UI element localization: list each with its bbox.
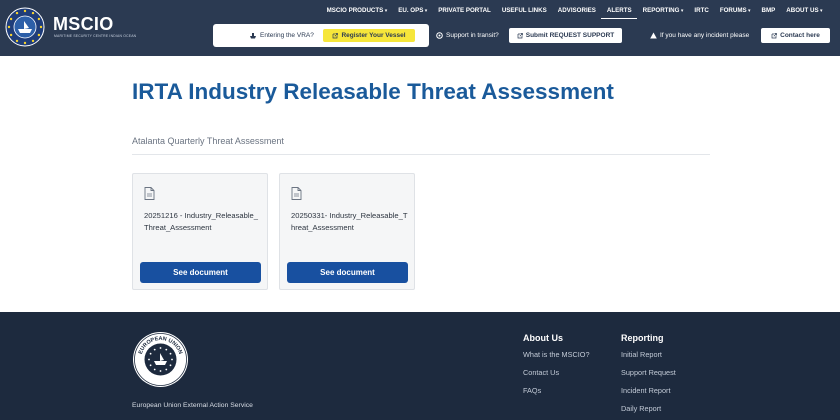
footer-link[interactable]: Daily Report: [621, 404, 661, 413]
nav-item-eu-ops[interactable]: EU. OPS ▾: [393, 7, 433, 19]
nav-item-alerts[interactable]: ALERTS: [601, 7, 638, 19]
request-support-label: Submit REQUEST SUPPORT: [525, 32, 615, 39]
transit-question: Support in transit?: [436, 32, 499, 39]
document-icon: [291, 187, 302, 200]
see-document-button[interactable]: See document: [140, 262, 261, 283]
document-icon: [144, 187, 155, 200]
lifebuoy-icon: [436, 32, 443, 39]
divider: [132, 154, 710, 155]
footer-org-name: European Union External Action Service: [132, 402, 253, 409]
register-vessel-button[interactable]: Register Your Vessel: [323, 29, 415, 42]
contact-here-label: Contact here: [780, 32, 820, 39]
document-card: 20251216 - Industry_Releasable_Threat_As…: [132, 173, 268, 290]
footer-heading-about: About Us: [523, 333, 563, 343]
footer-link[interactable]: Incident Report: [621, 386, 671, 395]
mscio-logo[interactable]: [5, 7, 45, 47]
nav-item-reporting[interactable]: REPORTING ▾: [637, 7, 689, 19]
external-link-icon: [771, 32, 777, 38]
request-support-button[interactable]: Submit REQUEST SUPPORT: [509, 28, 622, 43]
register-vessel-label: Register Your Vessel: [341, 32, 406, 39]
nav-item-mscio-products[interactable]: MSCIO PRODUCTS ▾: [321, 7, 393, 19]
vra-question: Entering the VRA?: [260, 32, 314, 39]
chevron-down-icon: ▾: [818, 8, 823, 14]
document-name: 20250331- Industry_Releasable_Threat_Ass…: [291, 211, 408, 232]
site-footer: EUROPEAN UNION European Union External A…: [0, 312, 840, 420]
chevron-down-icon: ▾: [423, 8, 428, 14]
brand-name[interactable]: MSCIO: [53, 14, 114, 35]
section-subtitle: Atalanta Quarterly Threat Assessment: [132, 136, 284, 146]
nav-item-advisories[interactable]: ADVISORIES: [552, 7, 601, 19]
external-link-icon: [333, 32, 339, 38]
nav-item-forums[interactable]: FORUMS ▾: [714, 7, 756, 19]
nav-item-irtc[interactable]: IRTC: [689, 7, 714, 19]
footer-heading-reporting: Reporting: [621, 333, 664, 343]
warning-icon: [650, 32, 657, 39]
document-name: 20251216 - Industry_Releasable_Threat_As…: [144, 211, 258, 232]
external-link-icon: [517, 32, 523, 38]
document-card: 20250331- Industry_Releasable_Threat_Ass…: [279, 173, 415, 290]
vra-banner: Entering the VRA? Register Your Vessel: [213, 24, 429, 47]
footer-link[interactable]: Initial Report: [621, 350, 662, 359]
footer-link[interactable]: Support Request: [621, 368, 676, 377]
nav-item-bmp[interactable]: BMP: [756, 7, 781, 19]
footer-col-reporting: Reporting Initial Report Support Request…: [621, 333, 676, 413]
nav-item-private-portal[interactable]: PRIVATE PORTAL: [433, 7, 497, 19]
ship-icon: [250, 33, 256, 39]
main-nav: MSCIO PRODUCTS ▾ EU. OPS ▾ PRIVATE PORTAL U…: [321, 7, 828, 19]
contact-here-button[interactable]: Contact here: [761, 28, 830, 43]
page-title: IRTA Industry Releasable Threat Assessme…: [132, 79, 614, 104]
chevron-down-icon: ▾: [383, 8, 388, 14]
chevron-down-icon: ▾: [746, 8, 751, 14]
eu-seal-logo: EUROPEAN UNION: [133, 332, 188, 387]
footer-col-about: About Us What is the MSCIO? Contact Us F…: [523, 333, 590, 395]
site-header: MSCIO MARITIME SECURITY CENTRE INDIAN OC…: [0, 0, 840, 56]
see-document-button[interactable]: See document: [287, 262, 408, 283]
chevron-down-icon: ▾: [679, 8, 684, 14]
footer-link[interactable]: FAQs: [523, 386, 541, 395]
brand-subtitle: MARITIME SECURITY CENTRE INDIAN OCEAN: [54, 34, 137, 38]
footer-link[interactable]: Contact Us: [523, 368, 559, 377]
nav-item-about-us[interactable]: ABOUT US ▾: [781, 7, 828, 19]
nav-item-useful-links[interactable]: USEFUL LINKS: [496, 7, 552, 19]
footer-link[interactable]: What is the MSCIO?: [523, 350, 590, 359]
incident-text: If you have any incident please: [650, 32, 749, 39]
